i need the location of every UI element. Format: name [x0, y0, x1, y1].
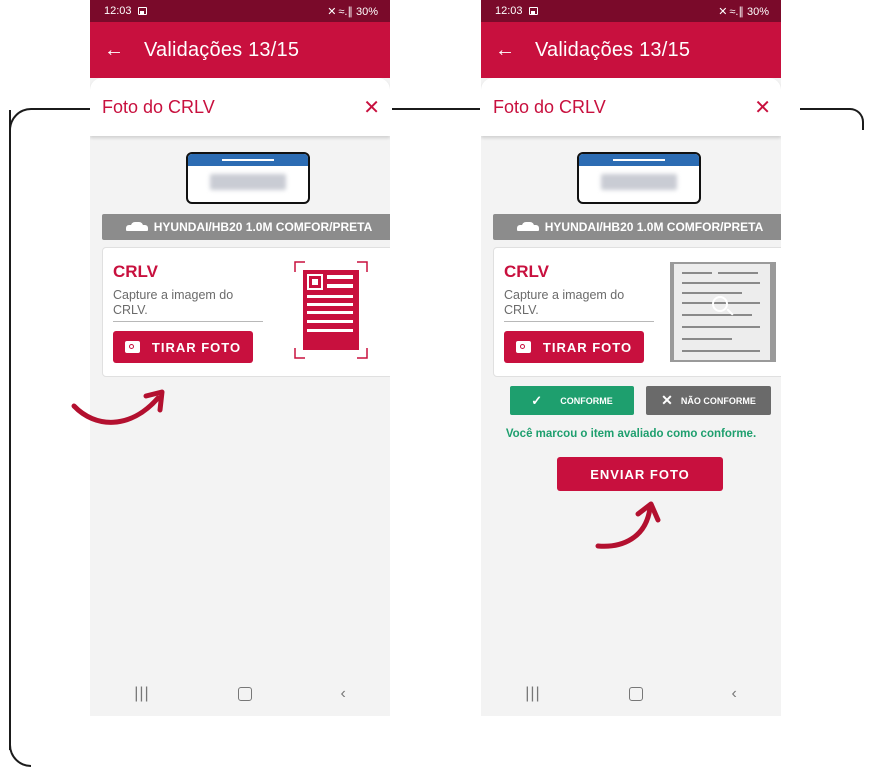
phone-screen-after: 12:03 ✕ ≈.∥ 30% ← Validações 13/15 Foto …: [481, 0, 781, 716]
check-icon: ✓: [531, 392, 543, 408]
send-photo-button[interactable]: ENVIAR FOTO: [557, 457, 723, 491]
frame-right-top: [800, 108, 864, 130]
status-indicators: ✕ ≈.∥ 30%: [327, 5, 378, 18]
take-photo-label: TIRAR FOTO: [542, 339, 633, 355]
document-qr-icon: [294, 261, 368, 359]
vehicle-label: HYUNDAI/HB20 1.0M COMFOR/PRETA: [544, 220, 764, 234]
card-description: Capture a imagem do CRLV.: [504, 288, 654, 322]
recent-apps-icon[interactable]: |||: [134, 685, 149, 703]
page-title: Validações 13/15: [144, 38, 300, 61]
camera-icon: [515, 341, 531, 353]
sheet-title: Foto do CRLV: [102, 96, 215, 117]
back-nav-icon[interactable]: ‹: [340, 685, 345, 703]
status-indicators: ✕ ≈.∥ 30%: [718, 5, 769, 18]
crlv-card: CRLV Capture a imagem do CRLV. TIRAR FOT…: [102, 247, 390, 377]
card-title: CRLV: [113, 262, 159, 281]
take-photo-label: TIRAR FOTO: [151, 339, 242, 355]
crlv-card: CRLV Capture a imagem do CRLV. TIRAR FOT…: [493, 247, 781, 377]
recent-apps-icon[interactable]: |||: [525, 685, 540, 703]
license-plate-image: [577, 152, 701, 204]
back-arrow-icon[interactable]: ←: [495, 39, 523, 62]
frame-left-bottom: [9, 735, 31, 767]
zoom-icon[interactable]: [712, 296, 728, 312]
annotation-arrow-left: [71, 389, 165, 425]
vehicle-bar: HYUNDAI/HB20 1.0M COMFOR/PRETA: [102, 214, 390, 240]
frame-left-top: [9, 108, 91, 130]
back-arrow-icon[interactable]: ←: [104, 39, 132, 62]
status-bar: 12:03 ✕ ≈.∥ 30%: [90, 0, 390, 22]
gallery-notification-icon: [528, 7, 538, 15]
nao-conforme-label: NÃO CONFORME: [680, 395, 756, 406]
clock: 12:03: [495, 5, 523, 17]
car-icon: [516, 222, 539, 232]
x-icon: ✕: [661, 392, 673, 408]
status-bar: 12:03 ✕ ≈.∥ 30%: [481, 0, 781, 22]
conformity-message: Você marcou o item avaliado como conform…: [505, 428, 757, 440]
take-photo-button[interactable]: TIRAR FOTO: [504, 331, 644, 363]
card-description: Capture a imagem do CRLV.: [113, 288, 263, 322]
card-title: CRLV: [504, 262, 550, 281]
page-title: Validações 13/15: [535, 38, 691, 61]
frame-left-vertical: [9, 110, 11, 750]
license-plate-image: [186, 152, 310, 204]
back-nav-icon[interactable]: ‹: [731, 685, 736, 703]
sheet-header: Foto do CRLV ✕: [481, 78, 781, 136]
home-icon[interactable]: [629, 687, 644, 701]
sheet-title: Foto do CRLV: [493, 96, 606, 117]
conforme-label: CONFORME: [560, 395, 613, 406]
system-nav-bar: ||| ‹: [90, 672, 390, 716]
clock: 12:03: [104, 5, 132, 17]
gallery-notification-icon: [137, 7, 147, 15]
captured-document-thumbnail[interactable]: [670, 262, 776, 362]
conforme-button[interactable]: ✓ CONFORME: [510, 386, 634, 415]
phone-screen-before: 12:03 ✕ ≈.∥ 30% ← Validações 13/15 Foto …: [90, 0, 390, 716]
vehicle-bar: HYUNDAI/HB20 1.0M COMFOR/PRETA: [493, 214, 781, 240]
app-bar: ← Validações 13/15: [481, 22, 781, 78]
app-bar: ← Validações 13/15: [90, 22, 390, 78]
close-icon[interactable]: ✕: [363, 95, 380, 120]
take-photo-button[interactable]: TIRAR FOTO: [113, 331, 253, 363]
close-icon[interactable]: ✕: [754, 95, 771, 120]
vehicle-label: HYUNDAI/HB20 1.0M COMFOR/PRETA: [153, 220, 373, 234]
camera-icon: [124, 341, 140, 353]
home-icon[interactable]: [238, 687, 253, 701]
annotation-arrow-right: [595, 501, 661, 549]
sheet-header: Foto do CRLV ✕: [90, 78, 390, 136]
nao-conforme-button[interactable]: ✕ NÃO CONFORME: [646, 386, 771, 415]
car-icon: [125, 222, 148, 232]
system-nav-bar: ||| ‹: [481, 672, 781, 716]
frame-middle-top: [392, 108, 480, 110]
